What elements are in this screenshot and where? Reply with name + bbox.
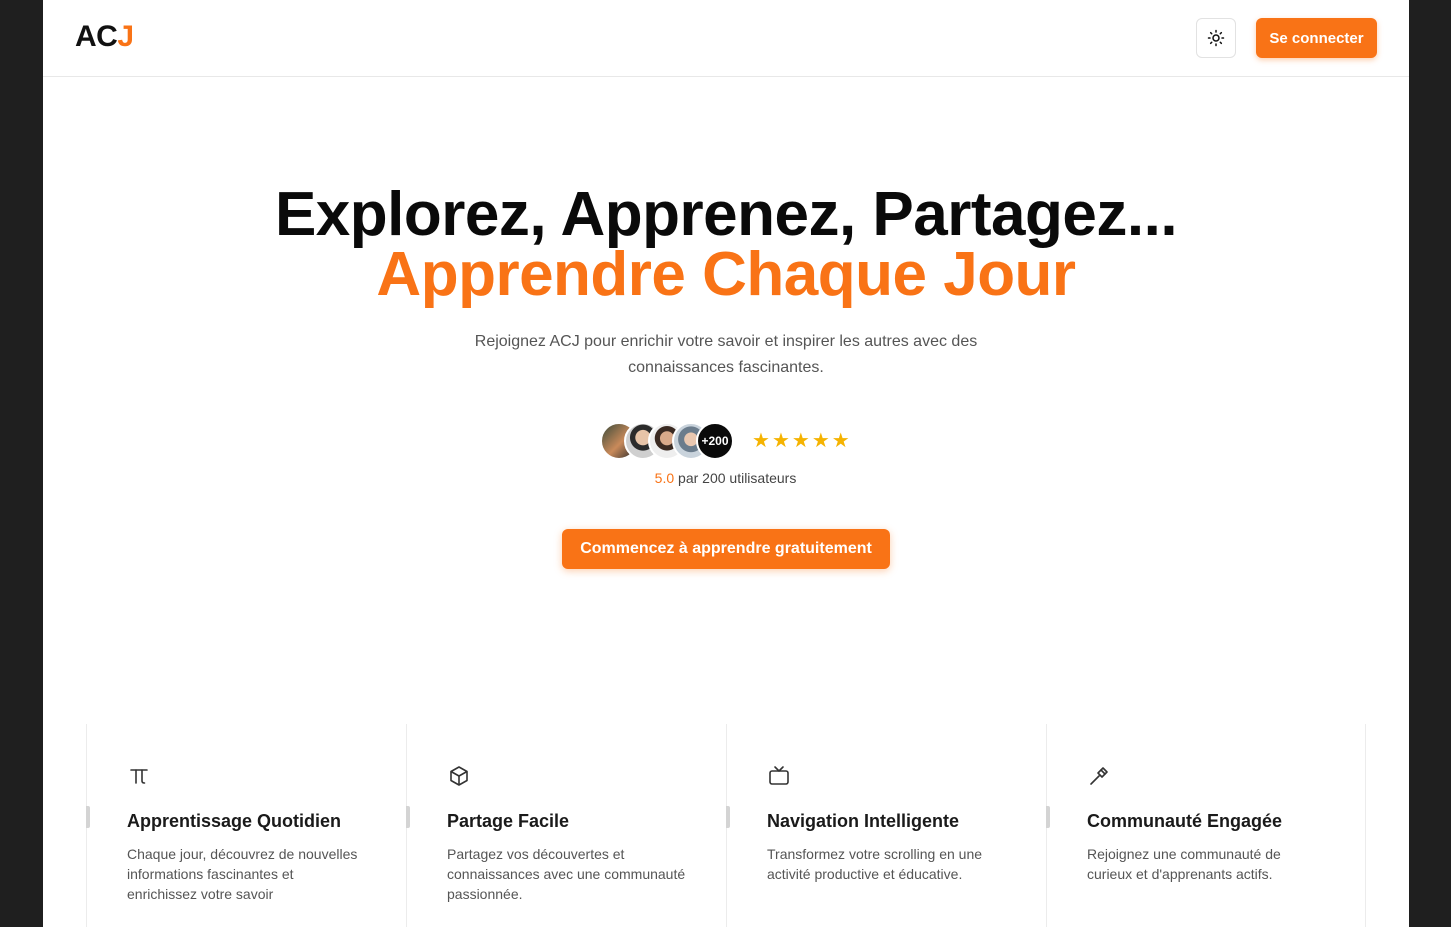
start-learning-button[interactable]: Commencez à apprendre gratuitement: [562, 529, 890, 569]
feature-description: Chaque jour, découvrez de nouvelles info…: [127, 846, 358, 902]
hero-title-line2: Apprendre Chaque Jour: [376, 240, 1076, 309]
feature-accent-bar: [406, 806, 410, 828]
avatar-more-count: +200: [696, 422, 734, 460]
tv-icon: [769, 766, 789, 785]
feature-card: Communauté Engagée Rejoignez une communa…: [1046, 724, 1366, 927]
hammer-icon: [1090, 767, 1108, 785]
star-icon: ★: [831, 430, 850, 452]
hero-title-line1: Explorez, Apprenez, Partagez...: [274, 180, 1178, 249]
hero-section: Explorez, Apprenez, Partagez... Apprendr…: [43, 184, 1409, 381]
hero-subtitle: Rejoignez ACJ pour enrichir votre savoir…: [474, 333, 978, 376]
star-icon: ★: [811, 430, 830, 452]
theme-toggle-button[interactable]: [1196, 18, 1236, 58]
feature-card: Apprentissage Quotidien Chaque jour, déc…: [86, 724, 406, 927]
hero-title: Explorez, Apprenez, Partagez... Apprendr…: [43, 184, 1409, 309]
landing-page: ACJ Se connecter Explorez, Apprenez, Par…: [43, 0, 1409, 927]
box-icon: [450, 766, 468, 786]
star-icon: ★: [771, 430, 790, 452]
star-icon: ★: [791, 430, 810, 452]
feature-title: Apprentissage Quotidien: [127, 811, 342, 831]
feature-accent-bar: [726, 806, 730, 828]
login-button[interactable]: Se connecter: [1256, 18, 1377, 58]
sun-icon: [1207, 29, 1225, 47]
feature-title: Navigation Intelligente: [767, 811, 960, 831]
feature-description: Transformez votre scrolling en une activ…: [767, 846, 983, 882]
rating-score: 5.0: [654, 470, 675, 486]
feature-card: Navigation Intelligente Transformez votr…: [726, 724, 1046, 927]
social-proof: +200 ★ ★ ★ ★ ★: [600, 422, 860, 462]
rating-summary: 5.0 par 200 utilisateurs: [43, 470, 1409, 486]
feature-card: Partage Facile Partagez vos découvertes …: [406, 724, 726, 927]
feature-accent-bar: [86, 806, 90, 828]
feature-title: Partage Facile: [447, 811, 570, 831]
feature-title: Communauté Engagée: [1087, 811, 1283, 831]
feature-accent-bar: [1046, 806, 1050, 828]
logo[interactable]: ACJ: [75, 20, 134, 54]
star-icon: ★: [752, 430, 770, 452]
feature-description: Partagez vos découvertes et connaissance…: [447, 846, 686, 902]
rating-text: par 200 utilisateurs: [678, 470, 797, 486]
pi-icon: [130, 769, 148, 784]
logo-text: AC: [75, 20, 118, 53]
rating-stars: ★ ★ ★ ★ ★: [752, 431, 850, 451]
features-grid: Apprentissage Quotidien Chaque jour, déc…: [86, 724, 1366, 927]
logo-accent: J: [117, 20, 134, 53]
navbar: ACJ Se connecter: [43, 0, 1409, 77]
feature-description: Rejoignez une communauté de curieux et d…: [1087, 846, 1281, 882]
